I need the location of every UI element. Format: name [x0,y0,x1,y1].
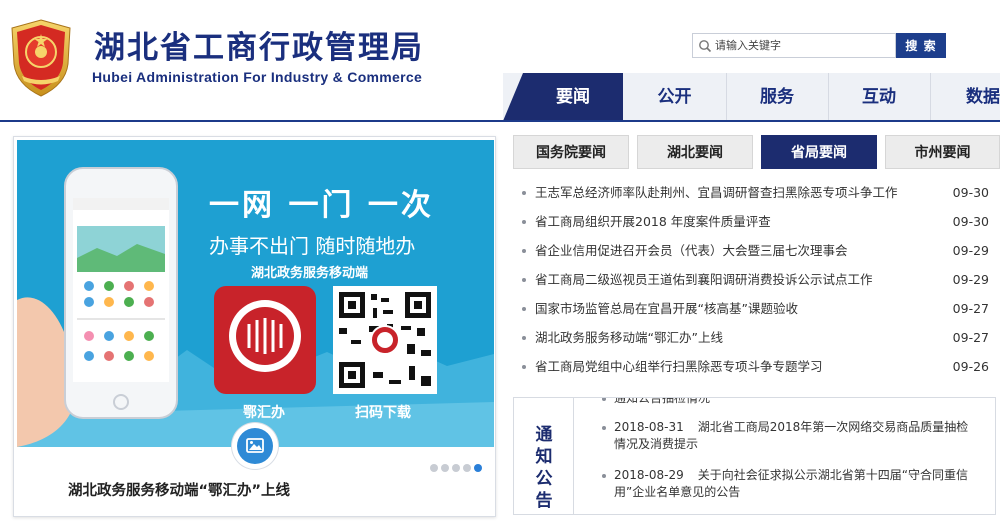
nav-separator [930,73,931,121]
bullet [602,398,606,401]
news-title[interactable]: 省工商局二级巡视员王道佑到襄阳调研消费投诉公示试点工作 [535,267,873,293]
news-date: 09-29 [952,243,989,258]
site-title: 湖北省工商行政管理局 [94,30,424,66]
bullet [602,426,606,430]
nav-item-public[interactable]: 公开 [623,73,726,121]
news-list: 王志军总经济师率队赴荆州、宜昌调研督查扫黑除恶专项斗争工作 09-30 省工商局组… [513,180,993,383]
bullet [522,249,526,253]
nav-item-news[interactable]: 要闻 [523,73,623,121]
bullet [522,220,526,224]
slider-dots [430,457,485,472]
bullet [522,278,526,282]
list-item[interactable]: 省工商局党组中心组举行扫黑除恶专项斗争专题学习 09-26 [513,354,993,383]
national-emblem-icon [11,19,71,97]
image-badge [232,423,278,469]
notice-label[interactable]: 通知公告 [514,398,574,514]
bullet [522,191,526,195]
slider-dot[interactable] [441,464,449,472]
news-title[interactable]: 省企业信用促进召开会员（代表）大会暨三届七次理事会 [535,238,848,264]
search-icon [699,40,712,53]
news-date: 09-30 [952,185,989,200]
tab-city-news[interactable]: 市州要闻 [885,135,1000,169]
site-header: 湖北省工商行政管理局 Hubei Administration For Indu… [0,0,1000,122]
bullet [522,307,526,311]
bullet [522,336,526,340]
news-title[interactable]: 国家市场监管总局在宜昌开展“核高基”课题验收 [535,296,798,322]
banner-label: 湖北政务服务移动端 [251,266,369,281]
page: 湖北省工商行政管理局 Hubei Administration For Indu… [0,0,1000,526]
bullet [522,365,526,369]
notice-list: 通知公告抽检情况 2018-08-31 湖北省工商局2018年第一次网络交易商品质… [574,397,994,511]
list-item[interactable]: 省工商局二级巡视员王道佑到襄阳调研消费投诉公示试点工作 09-29 [513,267,993,296]
slider-dot[interactable] [463,464,471,472]
list-item[interactable]: 省企业信用促进召开会员（代表）大会暨三届七次理事会 09-29 [513,238,993,267]
search-button[interactable]: 搜 索 [896,33,946,58]
nav-item-data[interactable]: 数据 [953,73,1000,121]
banner-qr-label: 扫码下载 [355,405,411,421]
slide-caption[interactable]: 湖北政务服务移动端“鄂汇办”上线 [68,479,290,500]
banner-app-name: 鄂汇办 [243,405,285,421]
tab-bureau-news[interactable]: 省局要闻 [761,135,877,169]
news-tabs: 国务院要闻 湖北要闻 省局要闻 市州要闻 [513,135,1000,169]
news-date: 09-26 [952,359,989,374]
notice-item[interactable]: 2018-08-29 关于向社会征求拟公示湖北省第十四届“守合同重信用”企业名单意… [574,467,994,501]
picture-icon [237,428,273,464]
slider-dot-active[interactable] [474,464,482,472]
list-item[interactable]: 省工商局组织开展2018 年度案件质量评查 09-30 [513,209,993,238]
news-date: 09-29 [952,272,989,287]
list-item[interactable]: 国家市场监管总局在宜昌开展“核高基”课题验收 09-27 [513,296,993,325]
news-title[interactable]: 省工商局组织开展2018 年度案件质量评查 [535,209,771,235]
notice-box: 通知公告 通知公告抽检情况 2018-08-31 湖北省工商局2018年第一次网络… [513,397,996,515]
notice-date: 2018-08-31 [614,420,684,434]
tab-hubei-news[interactable]: 湖北要闻 [637,135,753,169]
slider-dot[interactable] [452,464,460,472]
news-date: 09-27 [952,301,989,316]
nav-item-service[interactable]: 服务 [726,73,828,121]
news-date: 09-30 [952,214,989,229]
news-title[interactable]: 省工商局党组中心组举行扫黑除恶专项斗争专题学习 [535,354,823,380]
list-item[interactable]: 王志军总经济师率队赴荆州、宜昌调研督查扫黑除恶专项斗争工作 09-30 [513,180,993,209]
search-input[interactable] [715,34,893,57]
header-divider [0,120,1000,122]
search-box [692,33,896,58]
news-slider: 一网 一门 一次 办事不出门 随时随地办 湖北政务服务移动端 鄂汇办 扫码下载 … [13,136,496,517]
tab-state-council-news[interactable]: 国务院要闻 [513,135,629,169]
slider-dot[interactable] [430,464,438,472]
notice-item[interactable]: 2018-08-31 湖北省工商局2018年第一次网络交易商品质量抽检情况及消费提… [574,419,994,453]
site-subtitle: Hubei Administration For Industry & Comm… [92,69,423,85]
news-date: 09-27 [952,330,989,345]
bullet [602,474,606,478]
main-nav: 要闻 公开 服务 互动 数据 [503,73,1000,121]
banner-headline: 一网 一门 一次 [209,188,434,223]
news-title[interactable]: 湖北政务服务移动端“鄂汇办”上线 [535,325,723,351]
banner-tagline: 办事不出门 随时随地办 [209,234,416,258]
slide-image[interactable]: 一网 一门 一次 办事不出门 随时随地办 湖北政务服务移动端 鄂汇办 扫码下载 [17,140,494,447]
notice-item[interactable]: 通知公告抽检情况 [574,397,994,407]
notice-date: 2018-08-29 [614,468,684,482]
nav-item-interact[interactable]: 互动 [828,73,930,121]
news-title[interactable]: 王志军总经济师率队赴荆州、宜昌调研督查扫黑除恶专项斗争工作 [535,180,898,206]
notice-label-text: 通知公告 [535,425,553,511]
notice-title: 通知公告抽检情况 [614,397,711,405]
list-item[interactable]: 湖北政务服务移动端“鄂汇办”上线 09-27 [513,325,993,354]
